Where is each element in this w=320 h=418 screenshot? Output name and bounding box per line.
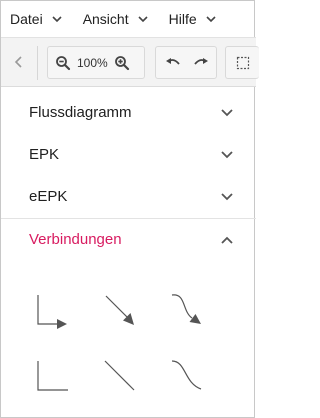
zoom-out-button[interactable] (52, 52, 74, 74)
chevron-down-icon (220, 106, 234, 120)
chevron-down-icon (206, 16, 216, 23)
section-title: Verbindungen (29, 231, 122, 248)
chevron-up-icon (220, 233, 234, 247)
straight-arrow-connector[interactable] (97, 287, 145, 335)
menu-datei-label: Datei (10, 11, 43, 27)
app-window: Datei Ansicht Hilfe 100% Flussdiagramm E… (0, 0, 259, 418)
chevron-left-icon (14, 56, 22, 68)
selection-button[interactable] (232, 52, 254, 74)
toolbar-divider (37, 46, 38, 80)
elbow-line-connector[interactable] (29, 353, 77, 401)
zoom-group: 100% (47, 46, 145, 79)
collapse-sidebar-button[interactable] (9, 52, 29, 72)
elbow-line-icon (37, 361, 68, 391)
zoom-in-button[interactable] (111, 52, 133, 74)
curved-line-icon (171, 360, 202, 390)
straight-arrow-icon (105, 295, 134, 325)
undo-icon (166, 57, 180, 65)
selection-icon (236, 56, 250, 69)
straight-line-icon (104, 360, 135, 391)
elbow-arrow-icon (37, 295, 67, 329)
redo-icon (194, 57, 208, 65)
redo-button[interactable] (190, 52, 212, 74)
section-eepk[interactable]: eEPK (1, 176, 256, 217)
menu-ansicht-label: Ansicht (82, 11, 129, 27)
elbow-arrow-connector[interactable] (29, 287, 77, 335)
straight-line-connector[interactable] (97, 353, 145, 401)
chevron-down-icon (220, 190, 234, 204)
undo-button[interactable] (162, 52, 184, 74)
curved-arrow-connector[interactable] (164, 287, 212, 335)
curved-arrow-icon (171, 294, 201, 324)
menu-hilfe[interactable]: Hilfe (169, 11, 217, 27)
zoom-out-icon (56, 55, 71, 70)
menu-bar: Datei Ansicht Hilfe (1, 1, 256, 37)
menu-datei[interactable]: Datei (10, 11, 63, 27)
menu-hilfe-label: Hilfe (168, 11, 197, 27)
menu-ansicht[interactable]: Ansicht (83, 11, 149, 27)
history-group (155, 46, 217, 79)
section-epk[interactable]: EPK (1, 134, 256, 175)
section-title: Flussdiagramm (29, 104, 132, 121)
section-title: eEPK (29, 188, 68, 205)
section-flussdiagramm[interactable]: Flussdiagramm (1, 92, 256, 133)
zoom-level: 100% (77, 55, 108, 70)
section-title: EPK (29, 146, 60, 163)
curved-line-connector[interactable] (164, 353, 212, 401)
chevron-down-icon (220, 148, 234, 162)
select-group (225, 46, 259, 79)
chevron-down-icon (138, 16, 148, 23)
section-verbindungen[interactable]: Verbindungen (1, 219, 256, 260)
zoom-in-icon (114, 55, 129, 70)
toolbar: 100% (1, 37, 259, 87)
chevron-down-icon (52, 16, 62, 23)
